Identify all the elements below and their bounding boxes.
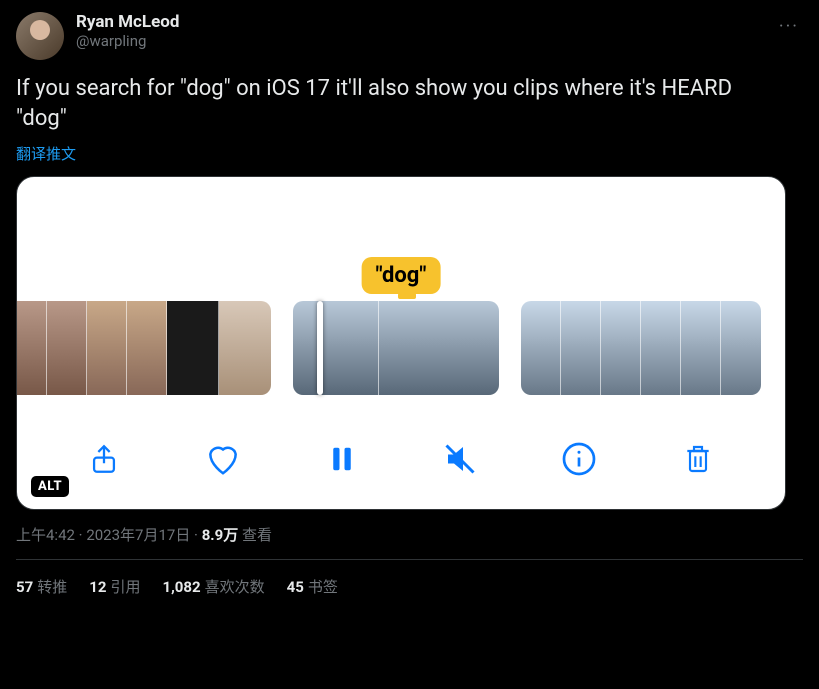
translate-link[interactable]: 翻译推文 xyxy=(16,143,76,164)
playhead[interactable] xyxy=(317,301,323,395)
avatar[interactable] xyxy=(16,12,64,60)
more-icon[interactable]: ··· xyxy=(779,16,799,37)
display-name: Ryan McLeod xyxy=(76,12,179,32)
quotes-stat[interactable]: 12引用 xyxy=(89,576,140,597)
tweet-time[interactable]: 上午4:42 xyxy=(16,526,75,544)
clip-1[interactable] xyxy=(16,301,271,395)
media-toolbar xyxy=(17,437,785,481)
tweet-text: If you search for "dog" on iOS 17 it'll … xyxy=(16,74,756,133)
tweet-stats: 57转推 12引用 1,082喜欢次数 45书签 xyxy=(16,560,803,597)
handle: @warpling xyxy=(76,32,179,50)
alt-badge[interactable]: ALT xyxy=(31,476,69,497)
info-icon[interactable] xyxy=(557,437,601,481)
views-count: 8.9万 xyxy=(202,526,239,544)
bookmarks-stat[interactable]: 45书签 xyxy=(287,576,338,597)
clip-2[interactable] xyxy=(293,301,499,395)
tweet-date[interactable]: 2023年7月17日 xyxy=(86,526,190,544)
media-card[interactable]: "dog" xyxy=(16,176,786,510)
mute-icon[interactable] xyxy=(438,437,482,481)
pause-icon[interactable] xyxy=(320,437,364,481)
tooltip-marker xyxy=(398,293,416,299)
clip-3[interactable] xyxy=(521,301,761,395)
heart-icon[interactable] xyxy=(201,437,245,481)
views-label: 查看 xyxy=(238,526,272,544)
tweet-meta: 上午4:42 · 2023年7月17日 · 8.9万 查看 xyxy=(16,524,803,545)
tweet-header: Ryan McLeod @warpling xyxy=(16,12,803,60)
tweet-container: Ryan McLeod @warpling ··· If you search … xyxy=(0,0,819,597)
likes-stat[interactable]: 1,082喜欢次数 xyxy=(162,576,264,597)
author-names[interactable]: Ryan McLeod @warpling xyxy=(76,12,179,50)
trash-icon[interactable] xyxy=(676,437,720,481)
search-tooltip: "dog" xyxy=(362,257,441,294)
retweets-stat[interactable]: 57转推 xyxy=(16,576,67,597)
share-icon[interactable] xyxy=(82,437,126,481)
video-timeline[interactable] xyxy=(16,301,786,395)
